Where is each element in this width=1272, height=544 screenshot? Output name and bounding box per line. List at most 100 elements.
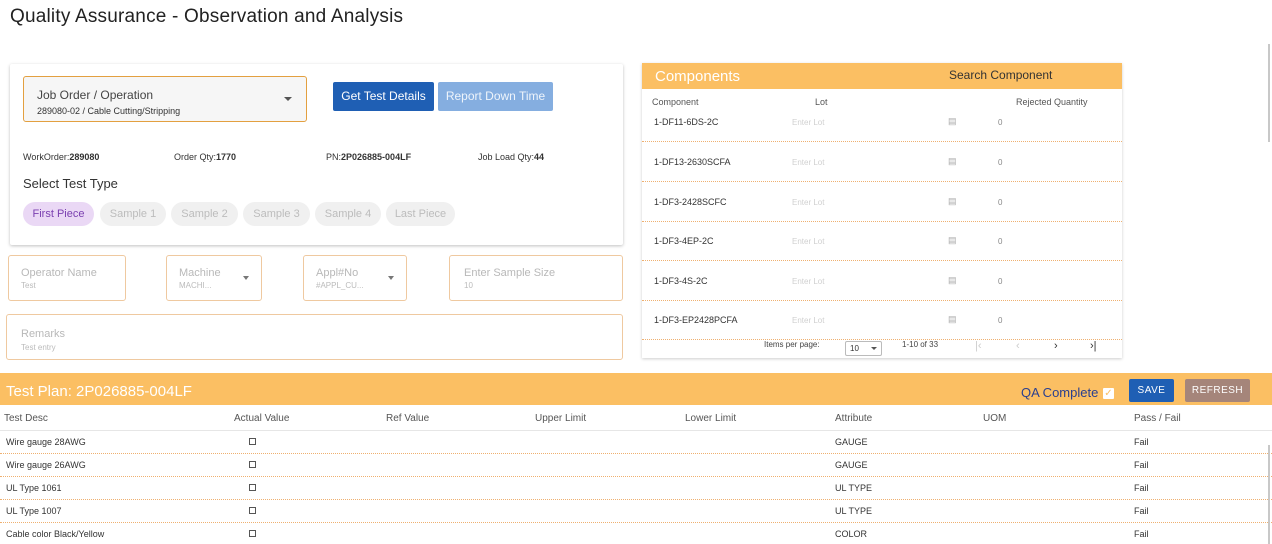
barcode-scan-icon[interactable]: ▤ — [948, 314, 957, 325]
rejected-qty[interactable]: 0 — [998, 277, 1002, 286]
appl-no-select[interactable]: Appl#No #APPL_CU... — [303, 255, 407, 301]
lot-input[interactable]: Enter Lot — [792, 277, 824, 286]
sample-size-value: 10 — [464, 281, 473, 290]
component-row: 1-DF11-6DS-2C Enter Lot ▤ 0 — [642, 115, 1122, 142]
qa-complete-label: QA Complete — [1021, 385, 1099, 400]
table-row: UL Type 1007 UL TYPE Fail — [0, 500, 1272, 523]
get-test-details-button[interactable]: Get Test Details — [333, 82, 434, 111]
job-order-select[interactable]: Job Order / Operation 289080-02 / Cable … — [23, 76, 307, 122]
operator-name-label: Operator Name — [21, 267, 97, 279]
attribute-value: UL TYPE — [835, 483, 873, 493]
remarks-field[interactable]: Remarks Test entry — [6, 314, 623, 360]
appl-no-label: Appl#No — [316, 267, 359, 279]
first-page-icon[interactable]: |‹ — [975, 340, 982, 352]
lot-input[interactable]: Enter Lot — [792, 158, 824, 167]
component-name: 1-DF3-EP2428PCFA — [654, 315, 738, 325]
chip-first-piece[interactable]: First Piece — [23, 202, 94, 226]
components-title: Components — [655, 68, 741, 85]
appl-no-value: #APPL_CU... — [316, 281, 364, 290]
component-name: 1-DF3-2428SCFC — [654, 197, 727, 207]
chip-sample-3[interactable]: Sample 3 — [243, 202, 310, 226]
chip-sample-2[interactable]: Sample 2 — [171, 202, 238, 226]
operator-name-field[interactable]: Operator Name Test — [8, 255, 126, 301]
sample-size-field[interactable]: Enter Sample Size 10 — [449, 255, 623, 301]
lot-input[interactable]: Enter Lot — [792, 118, 824, 127]
components-header: Components Search Component — [642, 63, 1122, 89]
component-row: 1-DF3-2428SCFC Enter Lot ▤ 0 — [642, 182, 1122, 222]
chevron-down-icon — [284, 97, 292, 101]
search-component-input[interactable]: Search Component — [949, 68, 1052, 82]
component-row: 1-DF3-EP2428PCFA Enter Lot ▤ 0 — [642, 300, 1122, 340]
report-down-time-button[interactable]: Report Down Time — [438, 82, 553, 111]
col-upper-limit: Upper Limit — [535, 413, 587, 424]
test-desc: Wire gauge 26AWG — [6, 460, 86, 470]
chevron-down-icon — [243, 276, 249, 280]
actual-value-checkbox[interactable] — [249, 530, 256, 537]
rejected-qty[interactable]: 0 — [998, 316, 1002, 325]
items-per-page-value: 10 — [850, 344, 859, 353]
barcode-scan-icon[interactable]: ▤ — [948, 156, 957, 167]
items-per-page-label: Items per page: — [764, 340, 820, 349]
items-per-page-select[interactable]: 10 — [845, 341, 882, 356]
save-button[interactable]: SAVE — [1129, 379, 1174, 402]
actual-value-checkbox[interactable] — [249, 461, 256, 468]
qa-complete-checkbox[interactable]: ✓ — [1103, 388, 1114, 399]
prev-page-icon[interactable]: ‹ — [1016, 340, 1020, 352]
sample-size-label: Enter Sample Size — [464, 267, 556, 279]
col-actual-value: Actual Value — [234, 413, 290, 424]
components-panel: Components Search Component Component Lo… — [642, 63, 1122, 358]
pass-fail-value: Fail — [1134, 483, 1149, 493]
page-title: Quality Assurance - Observation and Anal… — [10, 6, 404, 27]
workorder-label: WorkOrder: — [23, 152, 70, 162]
chip-sample-1[interactable]: Sample 1 — [100, 202, 166, 226]
component-name: 1-DF13-2630SCFA — [654, 157, 731, 167]
job-load-value: 44 — [534, 152, 545, 162]
table-row: Wire gauge 26AWG GAUGE Fail — [0, 454, 1272, 477]
table-row: Cable color Black/Yellow COLOR Fail — [0, 523, 1272, 544]
job-load-label: Job Load Qty: — [478, 152, 535, 162]
table-row: Wire gauge 28AWG GAUGE Fail — [0, 431, 1272, 454]
chip-last-piece[interactable]: Last Piece — [386, 202, 455, 226]
next-page-icon[interactable]: › — [1054, 340, 1058, 352]
col-uom: UOM — [983, 413, 1007, 424]
col-component: Component — [652, 97, 699, 107]
last-page-icon[interactable]: ›| — [1090, 340, 1097, 352]
select-test-type-heading: Select Test Type — [23, 176, 118, 191]
chip-sample-4[interactable]: Sample 4 — [315, 202, 381, 226]
job-load-info: Job Load Qty:44 — [478, 152, 544, 162]
pass-fail-value: Fail — [1134, 460, 1149, 470]
pass-fail-value: Fail — [1134, 506, 1149, 516]
actual-value-checkbox[interactable] — [249, 507, 256, 514]
lot-input[interactable]: Enter Lot — [792, 237, 824, 246]
barcode-scan-icon[interactable]: ▤ — [948, 275, 957, 286]
pn-value: 2P026885-004LF — [341, 152, 412, 162]
remarks-value: Test entry — [21, 343, 56, 352]
barcode-scan-icon[interactable]: ▤ — [948, 116, 957, 127]
scrollbar[interactable] — [1268, 44, 1270, 142]
rejected-qty[interactable]: 0 — [998, 118, 1002, 127]
component-row: 1-DF3-4S-2C Enter Lot ▤ 0 — [642, 261, 1122, 301]
test-plan-title: Test Plan: 2P026885-004LF — [6, 383, 192, 400]
test-desc: Wire gauge 28AWG — [6, 437, 86, 447]
lot-input[interactable]: Enter Lot — [792, 316, 824, 325]
actual-value-checkbox[interactable] — [249, 484, 256, 491]
rejected-qty[interactable]: 0 — [998, 198, 1002, 207]
col-rejected: Rejected Quantity — [1016, 97, 1088, 107]
rejected-qty[interactable]: 0 — [998, 158, 1002, 167]
machine-select[interactable]: Machine MACHI... — [166, 255, 262, 301]
col-ref-value: Ref Value — [386, 413, 430, 424]
refresh-button[interactable]: REFRESH — [1185, 379, 1250, 402]
attribute-value: GAUGE — [835, 460, 868, 470]
lot-input[interactable]: Enter Lot — [792, 198, 824, 207]
barcode-scan-icon[interactable]: ▤ — [948, 196, 957, 207]
component-name: 1-DF11-6DS-2C — [654, 117, 719, 127]
table-scrollbar[interactable] — [1268, 445, 1270, 544]
table-row: UL Type 1061 UL TYPE Fail — [0, 477, 1272, 500]
actual-value-checkbox[interactable] — [249, 438, 256, 445]
barcode-scan-icon[interactable]: ▤ — [948, 235, 957, 246]
pn-label: PN: — [326, 152, 342, 162]
pass-fail-value: Fail — [1134, 529, 1149, 539]
col-attribute: Attribute — [835, 413, 873, 424]
rejected-qty[interactable]: 0 — [998, 237, 1002, 246]
col-lot: Lot — [815, 97, 828, 107]
